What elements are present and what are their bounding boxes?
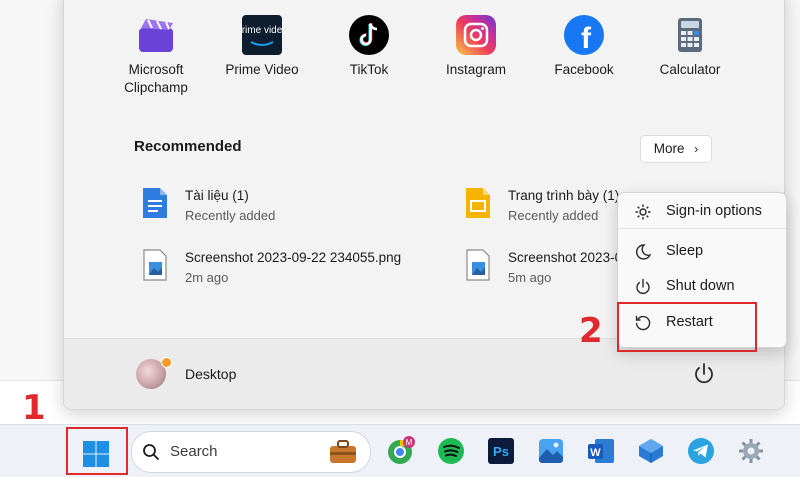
word-icon-text: W [590, 447, 601, 459]
taskbar-photos[interactable] [536, 436, 566, 466]
more-button-label: More [653, 141, 685, 156]
menu-item-label: Sleep [666, 243, 704, 259]
pinned-app-clipchamp[interactable]: Microsoft Clipchamp [101, 15, 211, 97]
app-label: Prime Video [225, 62, 299, 77]
app-label: TikTok [349, 62, 389, 77]
photos-icon [539, 439, 563, 463]
taskbar-photoshop[interactable]: Ps [486, 436, 516, 466]
app-label: Microsoft [128, 62, 184, 77]
recommended-item-time: Recently added [508, 208, 599, 223]
restart-highlight-box [617, 302, 757, 352]
power-icon [636, 278, 650, 294]
telegram-icon [688, 438, 714, 464]
photoshop-icon-text: Ps [493, 444, 509, 459]
user-name[interactable]: Desktop [185, 366, 236, 382]
pinned-app-prime-video[interactable]: prime video Prime Video [207, 15, 317, 79]
power-icon [695, 363, 713, 384]
chrome-badge-text: M [406, 438, 413, 447]
recommended-item-name: Trang trình bày (1) [508, 188, 620, 203]
briefcase-icon [330, 440, 356, 463]
app-label: Facebook [554, 62, 614, 77]
taskbar-telegram[interactable] [686, 436, 716, 466]
menu-item-sign-in-options[interactable]: Sign-in options [618, 195, 786, 229]
word-icon: W [588, 439, 614, 463]
pinned-apps: Microsoft Clipchamp prime video Prime Vi… [64, 0, 784, 101]
azure-icon [639, 439, 663, 463]
recommended-item-time: 5m ago [508, 270, 552, 285]
taskbar-word[interactable]: W [586, 436, 616, 466]
facebook-icon: f [564, 15, 604, 55]
instagram-icon [456, 15, 496, 55]
taskbar-search[interactable]: Search [131, 431, 371, 473]
taskbar-chrome[interactable]: M [386, 436, 416, 466]
chrome-icon: M [388, 436, 415, 464]
menu-item-label: Shut down [666, 278, 735, 294]
moon-icon [636, 244, 652, 260]
app-label: Calculator [659, 62, 721, 77]
settings-icon [739, 439, 763, 463]
app-label: Instagram [445, 62, 507, 77]
taskbar: Search M Ps W [0, 424, 800, 477]
taskbar-azure[interactable] [636, 436, 666, 466]
start-highlight-box [66, 427, 128, 475]
pinned-app-facebook[interactable]: f Facebook [529, 15, 639, 79]
menu-divider [618, 228, 786, 229]
recommended-item-doc[interactable]: Tài liệu (1) Recently added [141, 184, 401, 228]
menu-item-sleep[interactable]: Sleep [618, 235, 786, 269]
image-file-icon [141, 248, 169, 282]
search-placeholder: Search [170, 443, 218, 460]
slides-icon [464, 186, 492, 220]
word-doc-icon [141, 186, 169, 220]
chevron-right-icon: › [694, 142, 699, 156]
step-2-label: 2 [579, 311, 603, 351]
more-button[interactable]: More › [640, 135, 712, 163]
photoshop-icon: Ps [488, 438, 514, 464]
prime-video-icon: prime video [236, 15, 288, 55]
gear-icon [635, 204, 651, 220]
recommended-item-screenshot-1[interactable]: Screenshot 2023-09-22 234055.png 2m ago [141, 246, 401, 290]
recommended-item-name: Screenshot 2023-0 [508, 250, 623, 265]
taskbar-spotify[interactable] [436, 436, 466, 466]
menu-item-label: Sign-in options [666, 203, 762, 219]
pinned-app-instagram[interactable]: Instagram [421, 15, 531, 79]
taskbar-settings[interactable] [736, 436, 766, 466]
search-icon [143, 444, 159, 460]
facebook-icon-text: f [581, 22, 592, 55]
calculator-icon [670, 15, 710, 55]
image-file-icon [464, 248, 492, 282]
recommended-item-name: Tài liệu (1) [185, 188, 249, 203]
recommended-item-name: Screenshot 2023-09-22 234055.png [185, 250, 402, 265]
recommended-item-time: 2m ago [185, 270, 229, 285]
clipchamp-icon [136, 15, 176, 55]
pinned-app-tiktok[interactable]: TikTok [314, 15, 424, 79]
spotify-icon [438, 438, 464, 464]
tiktok-icon [349, 15, 389, 55]
pinned-app-calculator[interactable]: Calculator [635, 15, 745, 79]
recommended-title: Recommended [134, 138, 242, 155]
recommended-item-time: Recently added [185, 208, 276, 223]
menu-item-shut-down[interactable]: Shut down [618, 270, 786, 304]
app-label-line2: Clipchamp [124, 80, 188, 95]
prime-video-icon-text: prime video [242, 25, 282, 36]
step-1-label: 1 [22, 388, 46, 428]
status-badge [161, 357, 172, 368]
power-button[interactable] [691, 361, 717, 387]
